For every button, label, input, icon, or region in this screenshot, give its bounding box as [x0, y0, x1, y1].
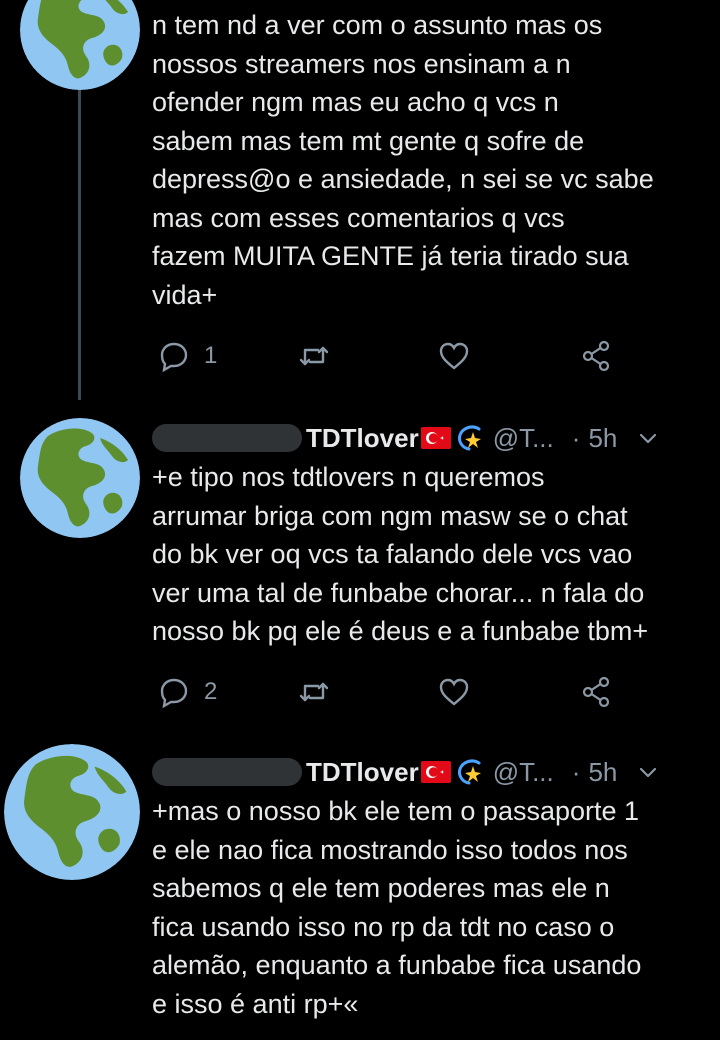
separator-dot: · [571, 422, 581, 453]
share-button[interactable] [580, 672, 612, 712]
avatar[interactable] [20, 418, 140, 538]
dizzy-sparkle-icon [457, 425, 481, 451]
text-line: ofender ngm mas eu acho q vcs n [152, 87, 559, 117]
tweet-text: +e tipo nos tdtlovers n queremos arrumar… [152, 458, 712, 651]
text-line: fazem MUITA GENTE já teria tirado sua [152, 241, 629, 271]
text-line: sabemos q ele tem poderes mas ele n [152, 873, 610, 903]
tweet-header: TDTlover @T... · 5h [152, 752, 720, 792]
text-line: e ele nao fica mostrando isso todos nos [152, 834, 628, 865]
dizzy-sparkle-icon [457, 759, 481, 785]
separator-dot: · [571, 756, 581, 787]
timestamp[interactable]: 5h [588, 423, 617, 454]
text-line: sabem mas tem mt gente q sofre de [152, 125, 585, 156]
handle[interactable]: @T... [493, 757, 554, 788]
heart-icon [439, 342, 469, 370]
text-line: nossos streamers nos ensinam a n [152, 48, 571, 79]
text-line: nosso bk pq ele é deus e a funbabe tbm+ [152, 616, 649, 646]
tweet-3[interactable]: TDTlover @T... · 5h +mas o nosso bk ele … [0, 734, 720, 1040]
reply-count: 2 [204, 678, 218, 705]
text-line: +mas o nosso bk ele tem o passaporte 1 [152, 796, 640, 826]
reply-count: 1 [204, 342, 218, 369]
chevron-down-icon[interactable] [637, 427, 659, 449]
text-line: +e tipo nos tdtlovers n queremos [152, 462, 545, 492]
share-icon [582, 676, 610, 708]
avatar[interactable] [4, 744, 140, 880]
action-bar: 2 [150, 672, 630, 712]
tweet-header: TDTlover @T... · 5h [152, 418, 720, 458]
text-line: fica usando isso no rp da tdt no caso o [152, 911, 615, 942]
retweet-button[interactable] [298, 336, 330, 376]
display-name[interactable]: TDTlover [306, 757, 419, 788]
display-name[interactable]: TDTlover [306, 423, 419, 454]
chevron-down-icon[interactable] [637, 761, 659, 783]
retweet-icon [299, 346, 329, 366]
text-line: ver uma tal de funbabe chorar... n fala … [152, 577, 645, 608]
text-line: mas com esses comentarios q vcs [152, 202, 565, 233]
handle[interactable]: @T... [493, 423, 554, 454]
retweet-icon [299, 682, 329, 702]
reply-icon [160, 342, 188, 372]
timestamp[interactable]: 5h [588, 757, 617, 788]
text-line: do bk ver oq vcs ta falando dele vcs vao [152, 539, 633, 569]
text-line: depress@o e ansiedade, n sei se vc sabe [152, 164, 654, 194]
tweet-text: n tem nd a ver com o assunto mas os noss… [152, 6, 712, 314]
redacted-name [152, 758, 302, 786]
text-line: vida+ [152, 279, 218, 310]
tweet-2[interactable]: TDTlover @T... · 5h +e tipo nos tdtlover… [0, 400, 720, 730]
share-button[interactable] [580, 336, 612, 376]
redacted-name [152, 424, 302, 452]
globe-americas-icon [20, 0, 140, 90]
retweet-button[interactable] [298, 672, 330, 712]
avatar[interactable] [20, 0, 140, 90]
heart-icon [439, 678, 469, 706]
turkey-flag-icon [420, 427, 451, 449]
reply-button[interactable]: 1 [158, 336, 217, 376]
turkey-flag-icon [420, 761, 451, 783]
reply-button[interactable]: 2 [158, 672, 217, 712]
text-line: n tem nd a ver com o assunto mas os [152, 10, 603, 40]
tweet-1[interactable]: n tem nd a ver com o assunto mas os noss… [0, 0, 720, 400]
share-icon [582, 340, 610, 372]
text-line: arrumar briga com ngm masw se o chat [152, 500, 628, 531]
like-button[interactable] [438, 672, 470, 712]
globe-americas-icon [20, 418, 140, 538]
tweet-text: +mas o nosso bk ele tem o passaporte 1 e… [152, 792, 712, 1023]
reply-icon [160, 678, 188, 708]
text-line: alemão, enquanto a funbabe fica usando [152, 950, 642, 980]
action-bar: 1 [150, 336, 630, 376]
like-button[interactable] [438, 336, 470, 376]
globe-americas-icon [4, 744, 140, 880]
text-line: e isso é anti rp+« [152, 988, 359, 1019]
